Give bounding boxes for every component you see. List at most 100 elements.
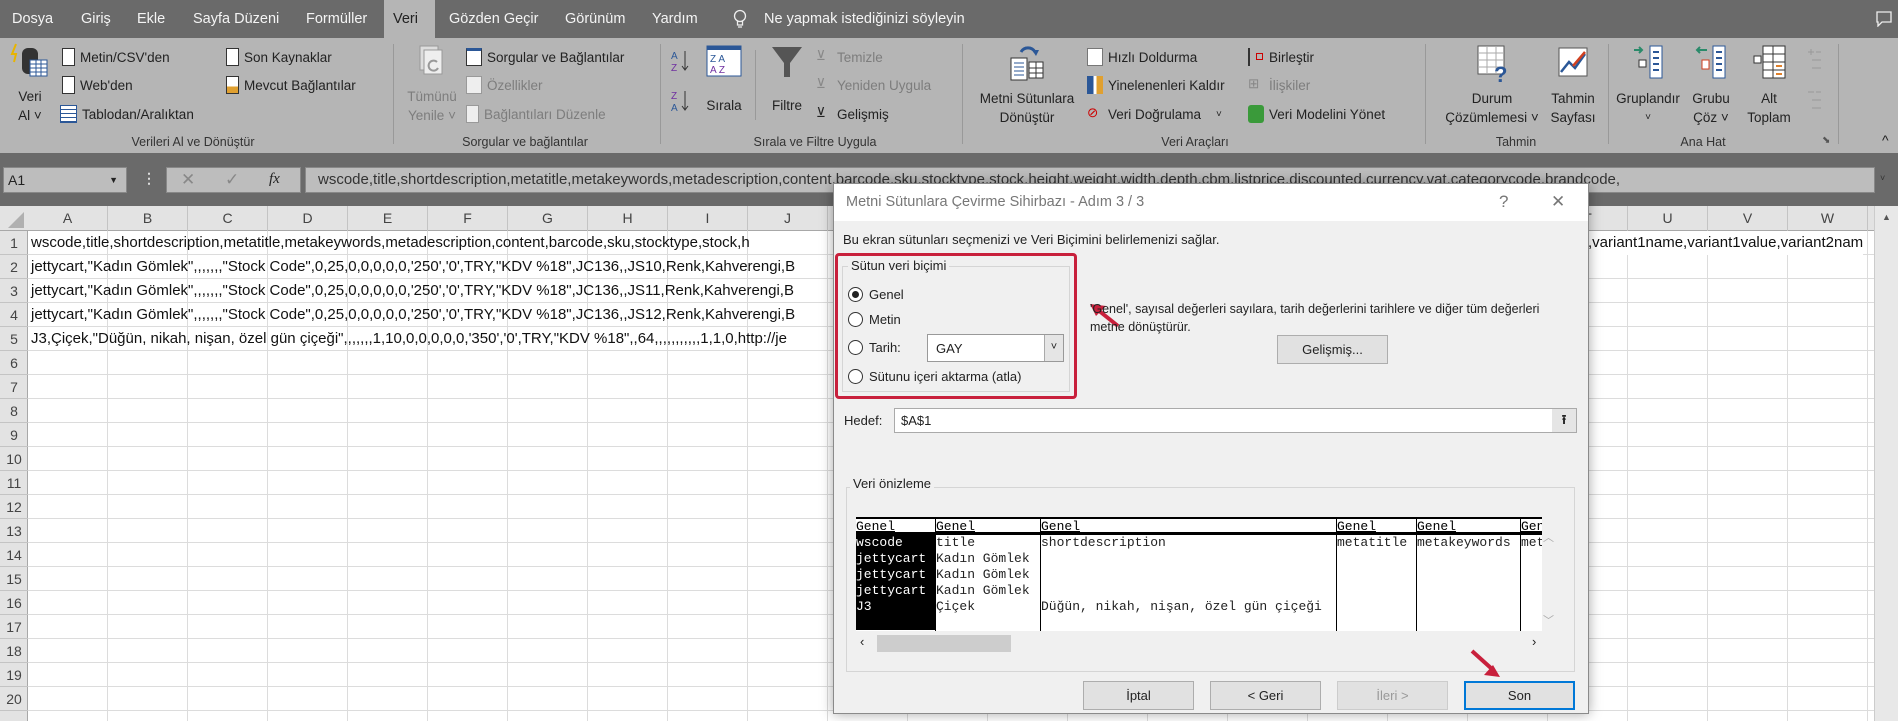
next-button[interactable]: İleri > (1337, 681, 1448, 710)
row-header[interactable]: 2 (0, 255, 28, 279)
preview-column-header[interactable]: Genel (1041, 519, 1336, 535)
properties-button[interactable]: Özellikler (466, 74, 543, 96)
preview-column-header[interactable]: Genel (1337, 519, 1416, 535)
preview-scroll-up-icon[interactable]: ︿ (1543, 529, 1554, 545)
row-header[interactable]: 5 (0, 327, 28, 351)
column-header-J[interactable]: J (748, 206, 828, 231)
name-box[interactable]: A1 ▼ (3, 167, 127, 193)
select-all-corner-icon[interactable] (8, 212, 24, 228)
from-text-csv-button[interactable]: Metin/CSV'den (62, 46, 170, 68)
row-header[interactable]: 16 (0, 591, 28, 615)
scroll-up-icon[interactable]: ▲ (1875, 212, 1898, 222)
queries-connections-button[interactable]: Sorgular ve Bağlantılar (466, 46, 624, 68)
close-icon[interactable]: ✕ (1551, 192, 1565, 212)
tab-dosya[interactable]: Dosya (3, 0, 62, 38)
dialog-titlebar[interactable]: Metni Sütunlara Çevirme Sihirbazı - Adım… (834, 184, 1588, 221)
what-if-analysis-button[interactable]: ? Durum Çözümlemesi ˅ (1438, 42, 1546, 127)
preview-column[interactable]: Genel wscode jettycart jettycart jettycart J3 (856, 519, 936, 631)
cell-A3[interactable]: jettycart,"Kadın Gömlek",,,,,,,"Stock Co… (31, 279, 794, 303)
row-header[interactable]: 13 (0, 519, 28, 543)
relationships-button[interactable]: ⊞ İlişkiler (1248, 74, 1310, 96)
column-header-D[interactable]: D (268, 206, 348, 231)
cancel-x-icon[interactable]: ✕ (181, 170, 195, 190)
column-header-F[interactable]: F (428, 206, 508, 231)
preview-scroll-down-icon[interactable]: ﹀ (1543, 612, 1554, 628)
cell-A5[interactable]: J3,Çiçek,"Düğün, nikah, nişan, özel gün … (31, 327, 787, 351)
clear-filter-button[interactable]: ⊻ Temizle (816, 46, 883, 68)
collapse-dialog-icon[interactable]: ⭱ (1552, 409, 1576, 432)
existing-connections-button[interactable]: Mevcut Bağlantılar (226, 74, 356, 96)
cell-A4[interactable]: jettycart,"Kadın Gömlek",,,,,,,"Stock Co… (31, 303, 795, 327)
tab-ekle[interactable]: Ekle (128, 0, 174, 38)
chevron-down-icon[interactable]: ˅ (1216, 109, 1222, 120)
radio-general[interactable]: Genel (848, 287, 904, 302)
radio-text[interactable]: Metin (848, 312, 901, 327)
tab-formuller[interactable]: Formüller (297, 0, 376, 38)
column-header-I[interactable]: I (668, 206, 748, 231)
row-header[interactable]: 11 (0, 471, 28, 495)
cancel-button[interactable]: İptal (1083, 681, 1194, 710)
column-header-V[interactable]: V (1708, 206, 1788, 231)
splitter-handle-icon[interactable]: ⋮ (142, 170, 156, 187)
ungroup-button[interactable]: Grubu Çöz ˅ (1685, 42, 1737, 127)
row-header[interactable]: 19 (0, 663, 28, 687)
flash-fill-button[interactable]: Hızlı Doldurma (1087, 46, 1197, 68)
column-header-A[interactable]: A (28, 206, 108, 231)
sort-z-to-a-icon[interactable]: ZA (670, 88, 692, 114)
sort-button[interactable]: Z AA Z Sırala (702, 45, 746, 115)
manage-data-model-button[interactable]: Veri Modelini Yönet (1248, 103, 1385, 125)
preview-column-header[interactable]: Genel (1521, 519, 1542, 535)
scroll-right-icon[interactable]: › (1532, 634, 1536, 649)
radio-skip-column[interactable]: Sütunu içeri aktarma (atla) (848, 369, 1021, 384)
advanced-button[interactable]: Gelişmiş... (1277, 335, 1388, 364)
finish-button[interactable]: Son (1464, 681, 1575, 710)
preview-column-header[interactable]: Genel (936, 519, 1040, 535)
reapply-button[interactable]: ⊻ Yeniden Uygula (816, 74, 931, 96)
advanced-filter-button[interactable]: ⊻ Gelişmiş (816, 103, 889, 125)
enter-check-icon[interactable]: ✓ (225, 170, 239, 190)
consolidate-button[interactable]: Birleştir (1248, 46, 1314, 68)
vertical-scrollbar[interactable]: ▲ (1874, 206, 1898, 721)
forecast-sheet-button[interactable]: Tahmin Sayfası (1546, 42, 1600, 127)
preview-column[interactable]: Genelmet (1521, 519, 1542, 631)
row-header[interactable]: 1 (0, 231, 28, 255)
scroll-left-icon[interactable]: ‹ (860, 634, 864, 649)
chevron-down-icon[interactable]: ˅ (1044, 335, 1063, 361)
row-header[interactable]: 3 (0, 279, 28, 303)
column-header-E[interactable]: E (348, 206, 428, 231)
preview-column[interactable]: Genel shortdescription Düğün, nikah, nişan… (1041, 519, 1337, 631)
tab-sayfa-duzeni[interactable]: Sayfa Düzeni (184, 0, 288, 38)
tab-gorunum[interactable]: Görünüm (556, 0, 634, 38)
column-header-W[interactable]: W (1788, 206, 1868, 231)
column-header-B[interactable]: B (108, 206, 188, 231)
dialog-launcher-icon[interactable]: ⬊ (1822, 135, 1830, 146)
refresh-all-button[interactable]: Tümünü Yenile ˅ (402, 42, 462, 125)
row-header[interactable]: 4 (0, 303, 28, 327)
row-header[interactable]: 6 (0, 351, 28, 375)
chevron-down-icon[interactable]: ▼ (109, 168, 118, 192)
text-to-columns-button[interactable]: Metni Sütunlara Dönüştür (973, 42, 1081, 127)
destination-input[interactable]: $A$1 ⭱ (894, 408, 1577, 433)
filter-button[interactable]: Filtre (765, 45, 809, 115)
subtotal-button[interactable]: Alt Toplam (1740, 42, 1798, 127)
preview-column-header[interactable]: Genel (856, 519, 935, 535)
row-header[interactable]: 8 (0, 399, 28, 423)
tab-yardim[interactable]: Yardım (643, 0, 707, 38)
remove-duplicates-button[interactable]: Yinelenenleri Kaldır (1087, 74, 1225, 96)
row-header[interactable]: 7 (0, 375, 28, 399)
row-header[interactable]: 14 (0, 543, 28, 567)
preview-column[interactable]: Genel title Kadın Gömlek Kadın Gömlek Kadın … (936, 519, 1041, 631)
cell-A2[interactable]: jettycart,"Kadın Gömlek",,,,,,,"Stock Co… (31, 255, 795, 279)
show-hide-detail-icons[interactable] (1806, 46, 1822, 116)
data-validation-button[interactable]: ⊘ Veri Doğrulama ˅ (1087, 103, 1222, 125)
recent-sources-button[interactable]: Son Kaynaklar (226, 46, 332, 68)
row-header[interactable]: 17 (0, 615, 28, 639)
row-header[interactable]: 18 (0, 639, 28, 663)
back-button[interactable]: < Geri (1210, 681, 1321, 710)
get-data-button[interactable]: Veri Al ˅ (8, 42, 52, 125)
from-table-range-button[interactable]: Tablodan/Aralıktan (60, 103, 194, 125)
row-header[interactable]: 10 (0, 447, 28, 471)
insert-function-icon[interactable]: fx (269, 171, 280, 188)
cell-A1[interactable]: wscode,title,shortdescription,metatitle,… (31, 231, 750, 255)
row-header[interactable]: 9 (0, 423, 28, 447)
